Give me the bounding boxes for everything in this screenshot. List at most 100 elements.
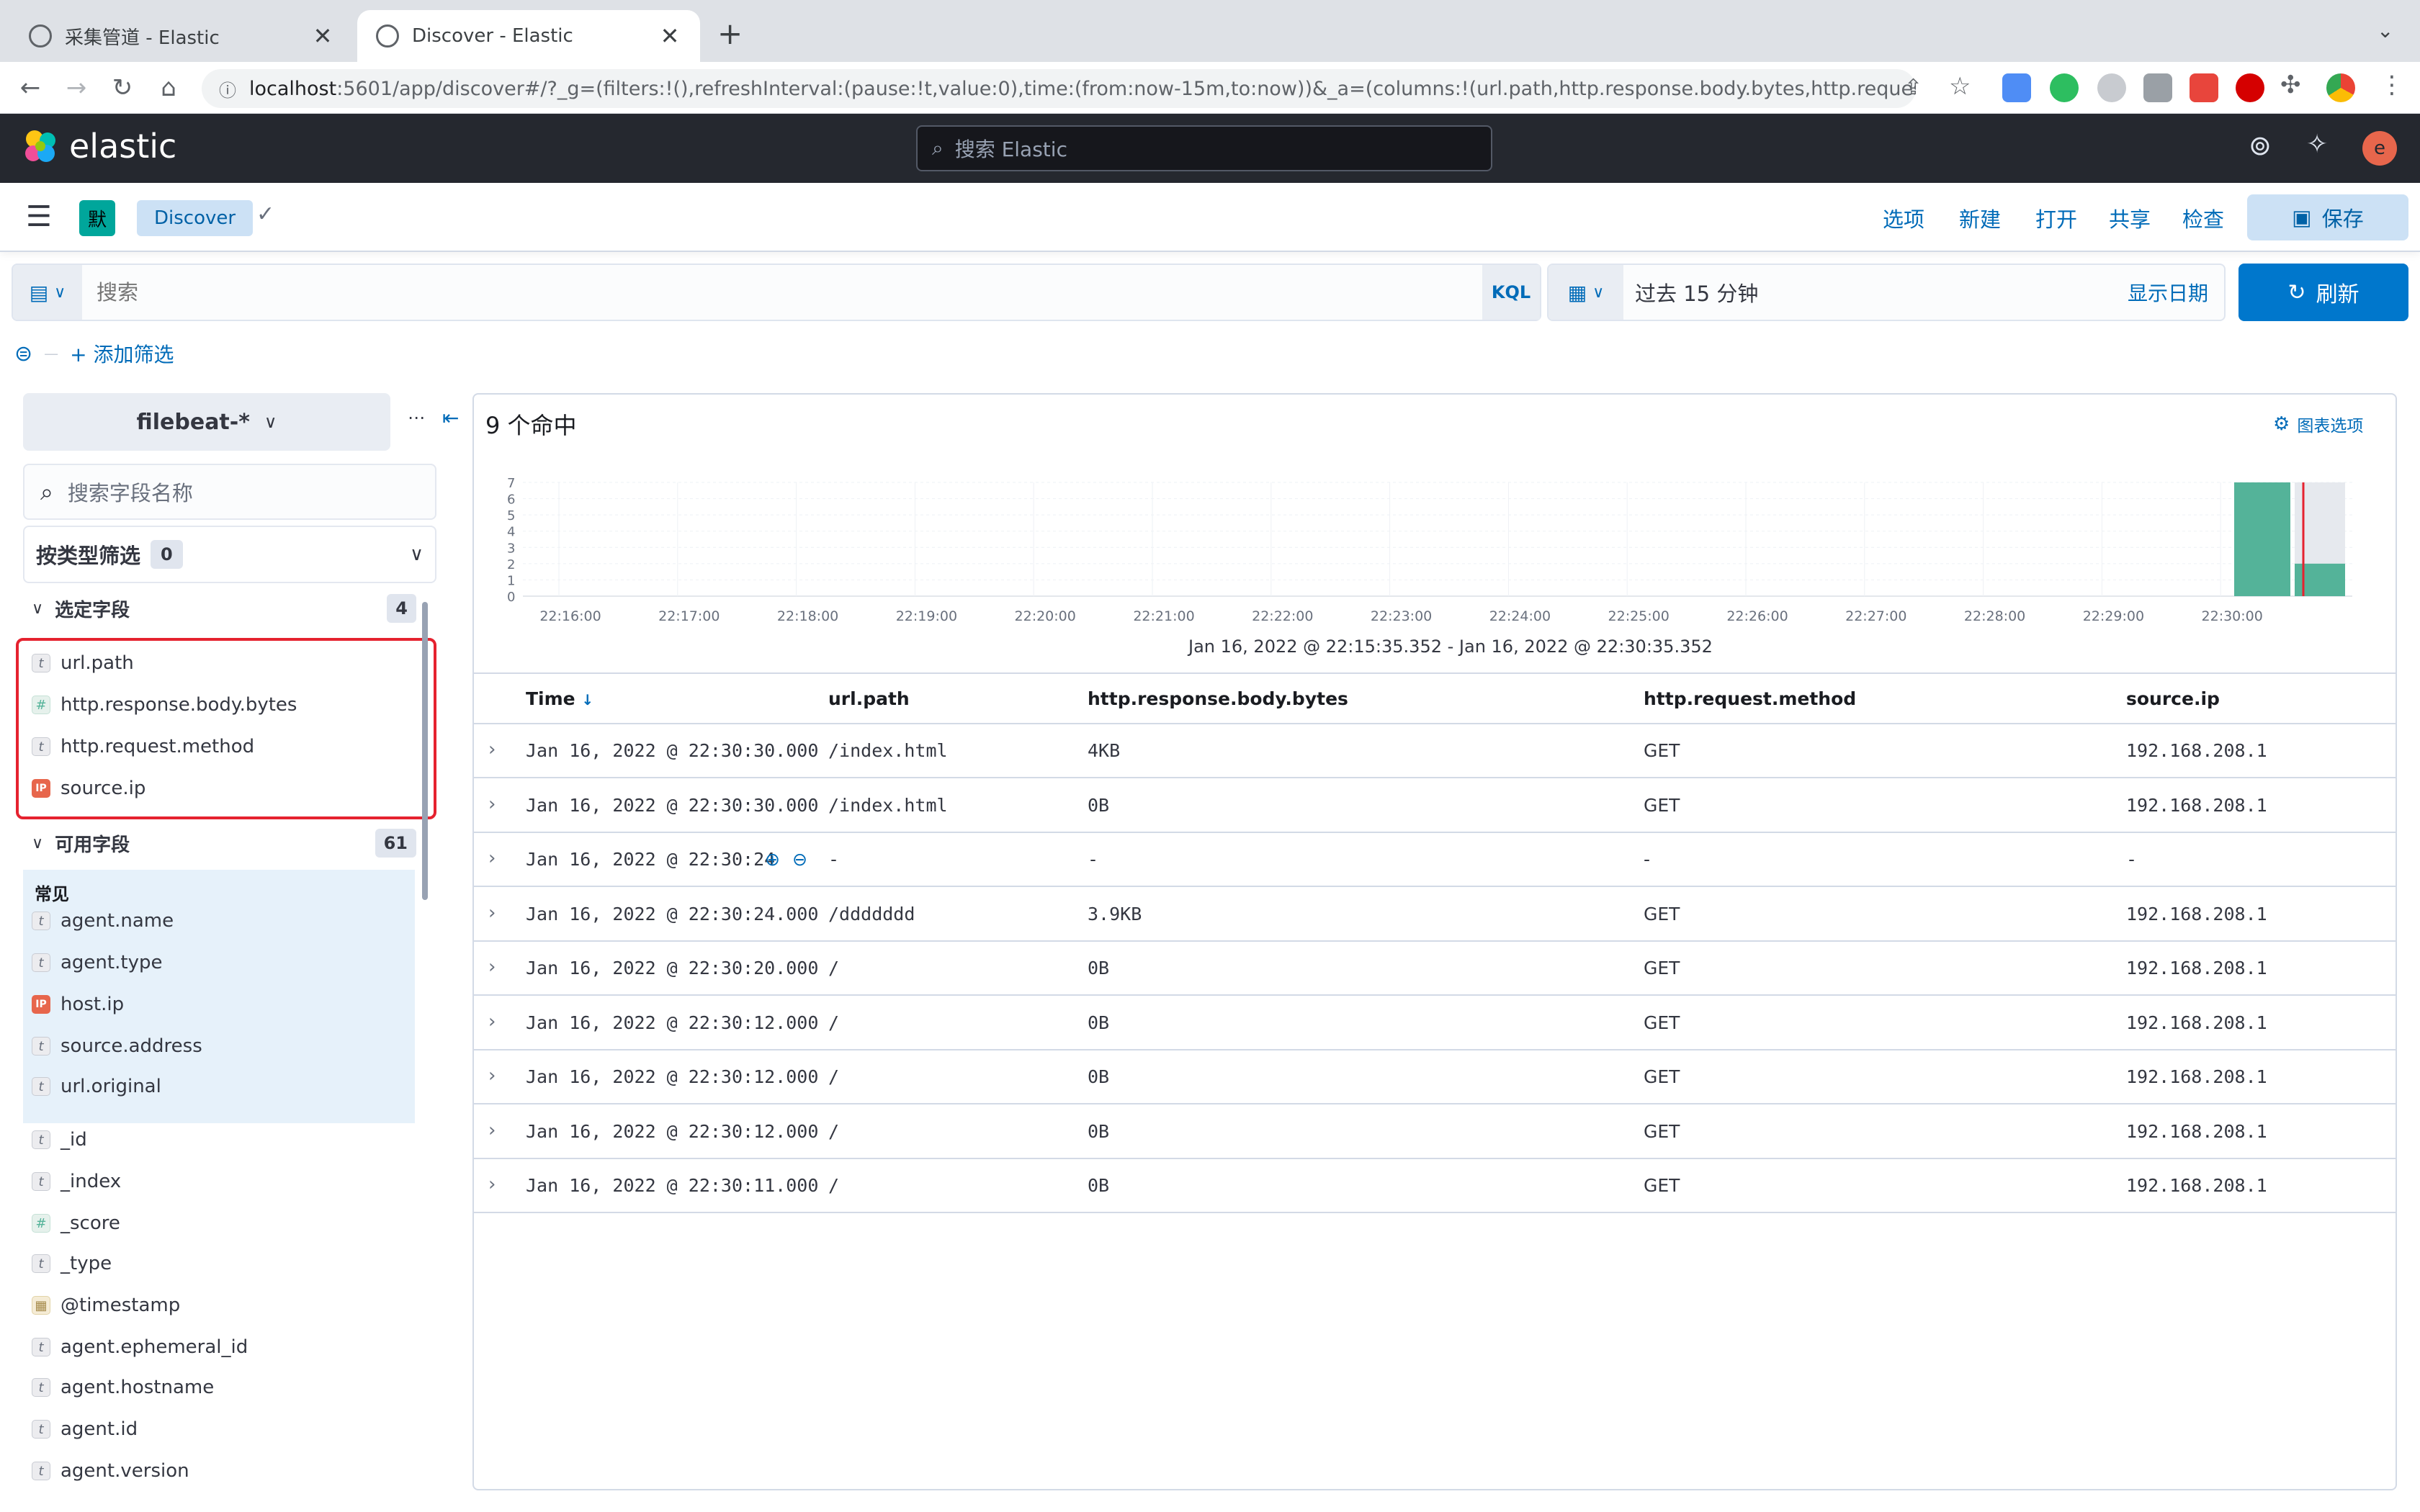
expand-row-icon[interactable]: › xyxy=(488,956,496,978)
evernote-extension-icon[interactable] xyxy=(2050,73,2079,102)
histogram-bar[interactable] xyxy=(2234,482,2290,596)
quick-time-menu-button[interactable]: ▦ ∨ xyxy=(1549,265,1623,320)
column-header-time[interactable]: Time ↓ xyxy=(526,688,593,709)
breadcrumb-discover[interactable]: Discover xyxy=(137,200,254,236)
query-input[interactable] xyxy=(82,265,1482,320)
expand-row-icon[interactable]: › xyxy=(488,793,496,815)
tab-search-chevron-icon[interactable]: ⌄ xyxy=(2377,19,2393,42)
space-avatar[interactable]: 默 xyxy=(79,200,115,236)
field-item[interactable]: t _id xyxy=(32,1119,87,1161)
filter-out-value-icon[interactable]: ⊖ xyxy=(792,849,807,870)
reload-icon[interactable]: ↻ xyxy=(104,69,141,107)
chart-options-button[interactable]: ⚙ 图表选项 xyxy=(2273,412,2363,436)
fe-extension-icon[interactable] xyxy=(2190,73,2218,102)
expand-row-icon[interactable]: › xyxy=(488,1011,496,1032)
time-range-label[interactable]: 过去 15 分钟 xyxy=(1623,277,2128,307)
save-button[interactable]: ▣ 保存 xyxy=(2247,194,2408,240)
field-item[interactable]: t _index xyxy=(32,1161,121,1202)
chrome-profile-icon[interactable] xyxy=(2326,73,2355,102)
browser-tab-discover[interactable]: Discover - Elastic ✕ xyxy=(357,10,700,62)
translate-extension-icon[interactable] xyxy=(2002,73,2031,102)
sidebar-scrollbar[interactable] xyxy=(422,602,428,900)
field-item[interactable]: # _score xyxy=(32,1202,120,1244)
table-row[interactable]: › Jan 16, 2022 @ 22:30:24.000/ddddddd 3.9K… xyxy=(474,888,2396,942)
field-item[interactable]: t source.address xyxy=(32,1025,202,1067)
elastic-logo[interactable]: elastic xyxy=(22,127,176,166)
field-item[interactable]: IP host.ip xyxy=(32,984,124,1025)
add-filter-link[interactable]: + 添加筛选 xyxy=(70,339,174,368)
column-header-source-ip[interactable]: source.ip xyxy=(2126,688,2220,709)
sort-down-icon[interactable]: ↓ xyxy=(581,691,593,708)
filter-for-value-icon[interactable]: ⊕ xyxy=(765,849,780,870)
field-item[interactable]: t url.path xyxy=(32,642,134,684)
table-row[interactable]: › Jan 16, 2022 @ 22:30:20.000 / 0B GET 192.16… xyxy=(474,942,2396,996)
expand-row-icon[interactable]: › xyxy=(488,1120,496,1141)
field-item[interactable]: t agent.id xyxy=(32,1408,138,1450)
expand-row-icon[interactable]: › xyxy=(488,1065,496,1086)
field-item[interactable]: IP source.ip xyxy=(32,768,145,809)
expand-row-icon[interactable]: › xyxy=(488,902,496,924)
puzzle-extensions-icon[interactable]: ✣ xyxy=(2280,71,2301,99)
back-icon[interactable]: ← xyxy=(12,69,49,107)
field-item[interactable]: t agent.version xyxy=(32,1450,189,1492)
column-header-method[interactable]: http.request.method xyxy=(1644,688,1856,709)
adblock-extension-icon[interactable] xyxy=(2236,73,2264,102)
screenshot-extension-icon[interactable] xyxy=(2143,73,2172,102)
field-item[interactable]: t _type xyxy=(32,1243,112,1284)
url-input[interactable]: ⓘ localhost:5601/app/discover#/?_g=(filt… xyxy=(202,69,1916,108)
expand-row-icon[interactable]: › xyxy=(488,1174,496,1195)
extension-icon[interactable] xyxy=(2097,73,2126,102)
table-row[interactable]: › Jan 16, 2022 @ 22:30:24 - - - - ⊕ ⊖ xyxy=(474,833,2396,887)
column-header-bytes[interactable]: http.response.body.bytes xyxy=(1088,688,1348,709)
browser-tab-pipelines[interactable]: 采集管道 - Elastic ✕ xyxy=(10,10,353,62)
share-icon[interactable]: ⇪ xyxy=(1904,75,1922,100)
available-fields-header[interactable]: ∨ 可用字段 61 xyxy=(32,825,416,861)
table-row[interactable]: › Jan 16, 2022 @ 22:30:30.000/index.html 0… xyxy=(474,779,2396,833)
inspect-link[interactable]: 检查 xyxy=(2182,203,2224,233)
close-tab-icon[interactable]: ✕ xyxy=(658,22,681,50)
table-row[interactable]: › Jan 16, 2022 @ 22:30:12.000 / 0B GET 192.16… xyxy=(474,1050,2396,1104)
table-row[interactable]: › Jan 16, 2022 @ 22:30:12.000 / 0B GET 192.16… xyxy=(474,996,2396,1050)
type-filter-button[interactable]: 按类型筛选 0 ∨ xyxy=(23,526,436,583)
news-feed-icon[interactable]: ✧ xyxy=(2306,130,2328,159)
selected-fields-header[interactable]: ∨ 选定字段 4 xyxy=(32,590,416,626)
index-pattern-select[interactable]: filebeat-* ∨ xyxy=(23,393,390,451)
filter-menu-icon[interactable]: ⊜ xyxy=(14,341,32,366)
kql-language-toggle[interactable]: KQL xyxy=(1482,265,1540,320)
table-row[interactable]: › Jan 16, 2022 @ 22:30:30.000/index.html 4… xyxy=(474,724,2396,778)
collapse-sidebar-icon[interactable]: ⇤ xyxy=(442,406,459,430)
open-link[interactable]: 打开 xyxy=(2035,203,2077,233)
field-item[interactable]: t http.request.method xyxy=(32,726,254,768)
field-item[interactable]: ▦ @timestamp xyxy=(32,1284,180,1326)
show-dates-link[interactable]: 显示日期 xyxy=(2128,278,2224,307)
new-tab-icon[interactable]: + xyxy=(717,16,743,51)
home-icon[interactable]: ⌂ xyxy=(150,69,187,107)
share-link[interactable]: 共享 xyxy=(2109,203,2151,233)
column-header-url-path[interactable]: url.path xyxy=(828,688,910,709)
new-link[interactable]: 新建 xyxy=(1959,203,2001,233)
saved-query-menu-button[interactable]: ▤ ∨ xyxy=(13,265,82,320)
field-item[interactable]: t agent.type xyxy=(32,942,162,984)
field-item[interactable]: t agent.hostname xyxy=(32,1367,214,1408)
close-tab-icon[interactable]: ✕ xyxy=(311,22,334,50)
field-item[interactable]: t agent.name xyxy=(32,900,174,942)
user-avatar[interactable]: e xyxy=(2362,131,2397,166)
expand-row-icon[interactable]: › xyxy=(488,739,496,760)
hamburger-menu-icon[interactable]: ☰ xyxy=(26,200,52,233)
options-link[interactable]: 选项 xyxy=(1883,203,1924,233)
table-row[interactable]: › Jan 16, 2022 @ 22:30:12.000 / 0B GET 192.16… xyxy=(474,1105,2396,1159)
forward-icon[interactable]: → xyxy=(58,69,95,107)
field-item[interactable]: t agent.ephemeral_id xyxy=(32,1326,248,1368)
table-row[interactable]: › Jan 16, 2022 @ 22:30:11.000 / 0B GET 192.16… xyxy=(474,1159,2396,1213)
site-info-icon[interactable]: ⓘ xyxy=(219,76,236,102)
global-search-input[interactable]: ⌕ 搜索 Elastic xyxy=(916,125,1492,171)
browser-menu-icon[interactable]: ⋮ xyxy=(2380,71,2404,99)
more-options-icon[interactable]: ⋯ xyxy=(408,408,425,428)
bookmark-star-icon[interactable]: ☆ xyxy=(1949,72,1971,101)
field-item[interactable]: # http.response.body.bytes xyxy=(32,684,297,726)
refresh-button[interactable]: ↻ 刷新 xyxy=(2238,264,2408,321)
field-item[interactable]: t url.original xyxy=(32,1066,161,1107)
help-icon[interactable]: ⊚ xyxy=(2249,130,2272,161)
expand-row-icon[interactable]: › xyxy=(488,847,496,869)
field-search-input[interactable]: ⌕ 搜索字段名称 xyxy=(23,464,436,520)
